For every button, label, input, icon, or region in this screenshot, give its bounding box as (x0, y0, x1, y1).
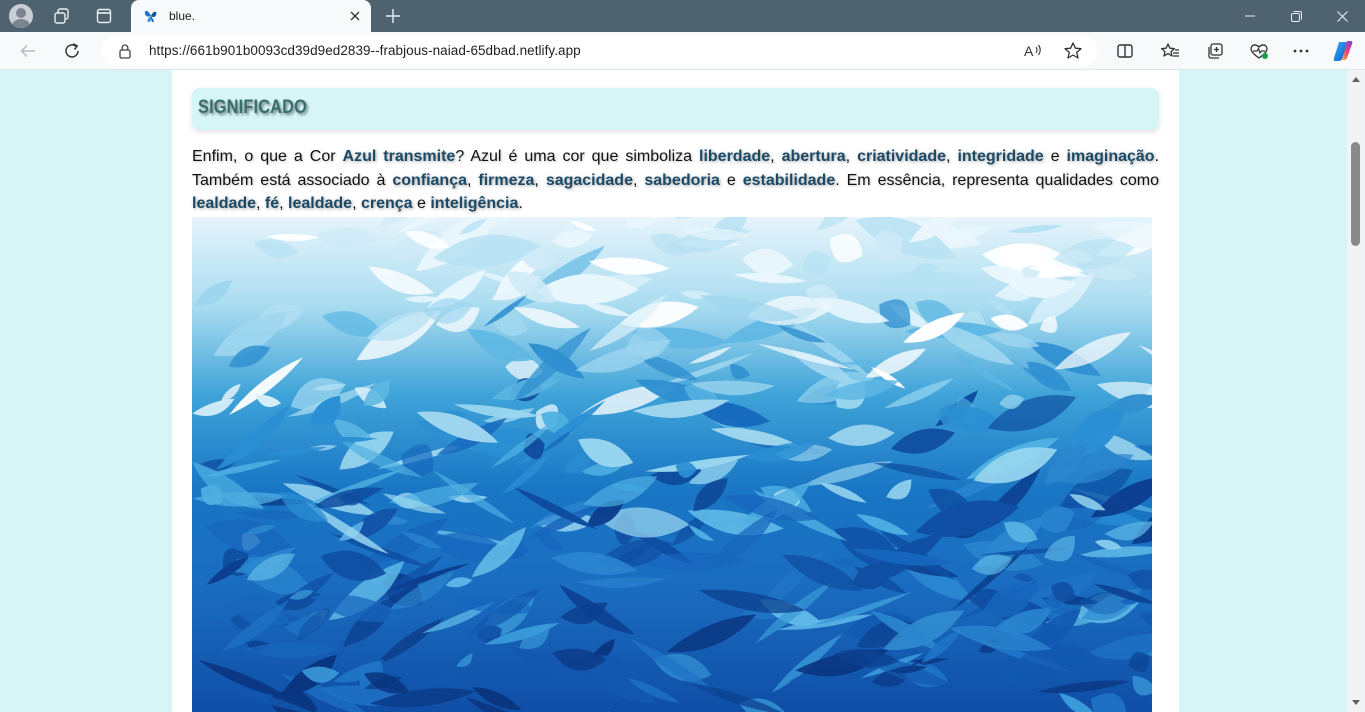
more-icon[interactable] (1287, 37, 1315, 65)
blue-paint-image (192, 217, 1152, 712)
highlight-word: lealdade (192, 195, 257, 212)
paragraph-text: , (534, 171, 546, 189)
highlight-word: Azul transmite (342, 148, 456, 165)
scroll-up-arrow-icon[interactable] (1352, 77, 1360, 82)
workspaces-icon[interactable] (48, 4, 76, 28)
browser-toolbar: https://661b901b0093cd39d9ed2839--frabjo… (0, 32, 1365, 70)
paragraph-text: , (632, 171, 645, 189)
lock-icon[interactable] (118, 43, 132, 59)
favorites-icon[interactable] (1156, 37, 1184, 65)
paragraph-text: . Em essência, representa qualidades com… (835, 171, 1160, 189)
tab-title: blue. (169, 9, 196, 23)
paragraph-text: , (256, 195, 265, 212)
meaning-paragraph: Enfim, o que a Cor Azul transmite? Azul … (192, 145, 1159, 216)
highlight-word: sagacidade (545, 171, 633, 189)
active-tab[interactable]: blue. (131, 0, 371, 33)
highlight-word: inteligência (430, 195, 519, 212)
minimize-icon[interactable] (1227, 0, 1273, 32)
tab-actions-icon[interactable] (90, 4, 118, 28)
content-card: SIGNIFICADO Enfim, o que a Cor Azul tran… (172, 70, 1179, 712)
highlight-word: imaginação (1066, 148, 1155, 165)
paragraph-text: , (279, 195, 289, 212)
restore-icon[interactable] (1273, 0, 1319, 32)
highlight-word: integridade (957, 148, 1044, 165)
page-viewport: SIGNIFICADO Enfim, o que a Cor Azul tran… (0, 70, 1347, 712)
paragraph-text: e (412, 195, 431, 212)
address-bar[interactable]: https://661b901b0093cd39d9ed2839--frabjo… (101, 35, 1097, 67)
svg-text:A: A (1024, 43, 1034, 59)
window-close-icon[interactable] (1319, 0, 1365, 32)
paragraph-text: ? Azul é uma cor que simboliza (455, 148, 700, 165)
highlight-word: sabedoria (644, 171, 720, 189)
highlight-word: criatividade (857, 148, 946, 165)
favicon-butterfly-icon (143, 8, 159, 24)
section-heading-box: SIGNIFICADO (192, 88, 1159, 130)
profile-icon[interactable] (9, 4, 33, 28)
vertical-scrollbar[interactable] (1347, 70, 1365, 712)
collections-icon[interactable] (1201, 37, 1229, 65)
new-tab-icon[interactable] (381, 4, 405, 28)
paragraph-text: , (352, 195, 361, 212)
browser-essentials-icon[interactable] (1245, 37, 1273, 65)
url-text[interactable]: https://661b901b0093cd39d9ed2839--frabjo… (149, 43, 581, 58)
paragraph-text: e (1043, 148, 1067, 165)
read-aloud-icon[interactable]: A (1023, 41, 1045, 61)
highlight-word: crença (360, 195, 413, 212)
highlight-word: liberdade (699, 148, 771, 165)
paragraph-text: e (719, 171, 743, 189)
highlight-word: fé (264, 195, 280, 212)
paragraph-text: Enfim, o que a Cor (192, 148, 343, 165)
highlight-word: lealdade (288, 195, 353, 212)
copilot-icon[interactable] (1329, 37, 1357, 65)
tab-close-icon[interactable] (347, 8, 363, 24)
back-icon[interactable] (14, 37, 42, 65)
section-heading: SIGNIFICADO (198, 97, 308, 118)
scroll-down-arrow-icon[interactable] (1352, 700, 1360, 705)
tab-strip: blue. (0, 0, 1365, 33)
split-screen-icon[interactable] (1111, 37, 1139, 65)
paragraph-text: , (467, 171, 479, 189)
highlight-word: estabilidade (742, 171, 836, 189)
paragraph-text: , (770, 148, 782, 165)
favorite-star-icon[interactable] (1063, 41, 1083, 61)
scrollbar-thumb[interactable] (1351, 142, 1360, 246)
paragraph-text: . (518, 195, 523, 212)
paragraph-text: , (946, 148, 958, 165)
highlight-word: firmeza (478, 171, 535, 189)
highlight-word: confiança (392, 171, 467, 189)
highlight-word: abertura (781, 148, 846, 165)
paragraph-text: , (845, 148, 858, 165)
refresh-icon[interactable] (58, 37, 86, 65)
